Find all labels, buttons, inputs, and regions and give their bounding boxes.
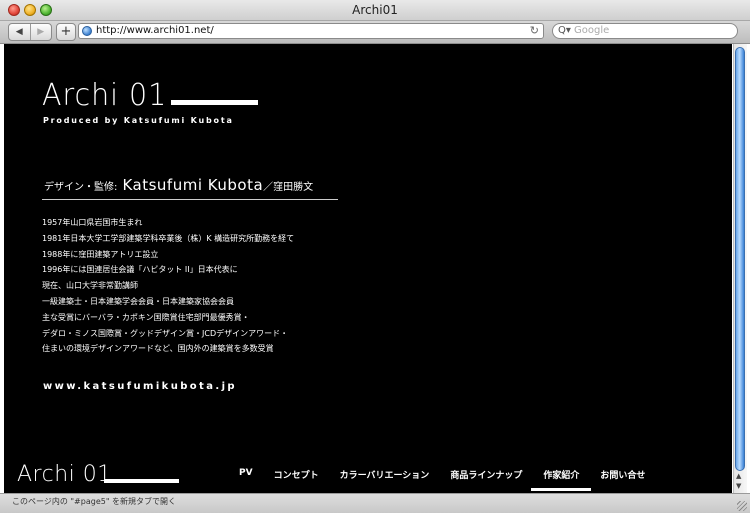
site-logo: Archi 01: [42, 78, 168, 113]
page-content: Archi 01 Produced by Katsufumi Kubota デザ…: [4, 44, 732, 493]
designer-label: デザイン・監修:: [44, 182, 118, 193]
bio-line: 1981年日本大学工学部建築学科卒業後（株）K 構造研究所勤務を経て: [42, 233, 295, 243]
footer-logo-underline: [104, 479, 179, 483]
url-text[interactable]: http://www.archi01.net/: [96, 25, 214, 37]
back-forward-group: ◀ ▶: [8, 23, 52, 41]
resize-grip-icon[interactable]: [737, 501, 747, 511]
search-field[interactable]: Q▾ Google: [552, 23, 738, 39]
biography: 1957年山口県岩国市生まれ 1981年日本大学工学部建築学科卒業後（株）K 構…: [42, 215, 294, 357]
designer-japanese-name: ／窪田勝文: [263, 182, 314, 193]
back-arrow-icon[interactable]: ◀: [9, 24, 30, 40]
designer-heading: デザイン・監修: Katsufumi Kubota／窪田勝文: [44, 175, 338, 194]
reload-icon[interactable]: ↻: [530, 24, 539, 38]
search-icon[interactable]: Q▾: [558, 24, 571, 38]
bio-line: 1957年山口県岩国市生まれ: [42, 218, 143, 227]
website-link[interactable]: www.katsufumikubota.jp: [43, 381, 237, 392]
scroll-down-icon[interactable]: ▼: [736, 482, 741, 490]
bio-line: 現在、山口大学非常勤講師: [42, 281, 138, 291]
produced-by-text: Produced by Katsufumi Kubota: [43, 116, 234, 125]
window-title: Archi01: [352, 3, 398, 17]
bio-line: 1996年には国連居住会議「ハビタット II」日本代表に: [42, 265, 238, 275]
bio-line: 主な受賞にバーバラ・カポキン国際賞住宅部門最優秀賞・: [42, 312, 250, 322]
add-bookmark-button[interactable]: +: [56, 23, 76, 41]
bio-line: デダロ・ミノス国際賞・グッドデザイン賞・JCDデザインアワード・: [42, 328, 289, 338]
scroll-up-icon[interactable]: ▲: [736, 472, 741, 480]
globe-icon: [82, 26, 92, 36]
designer-name: Katsufumi Kubota: [122, 176, 264, 194]
search-placeholder: Google: [574, 25, 610, 36]
address-bar[interactable]: http://www.archi01.net/ ↻: [78, 23, 544, 39]
bio-line: 住まいの環境デザインアワードなど、国内外の建築賞を多数受賞: [42, 344, 274, 354]
status-bar: このページ内の "#page5" を新規タブで開く: [0, 493, 750, 513]
main-nav: PV コンセプト カラーバリエーション 商品ラインナップ 作家紹介 お問い合せ: [239, 468, 666, 491]
divider: [42, 199, 338, 200]
footer-logo[interactable]: Archi 01: [17, 462, 112, 488]
nav-contact[interactable]: お問い合せ: [600, 468, 645, 485]
bio-line: 1988年に窪田建築アトリエ設立: [42, 249, 159, 259]
nav-artist-profile[interactable]: 作家紹介: [531, 468, 592, 491]
scrollbar-thumb[interactable]: [735, 47, 745, 471]
vertical-scrollbar[interactable]: ▲ ▼: [733, 44, 747, 493]
nav-concept[interactable]: コンセプト: [274, 468, 319, 485]
browser-toolbar: ◀ ▶ + http://www.archi01.net/ ↻ Q▾ Googl…: [0, 21, 750, 44]
logo-underline: [171, 100, 258, 105]
nav-product-lineup[interactable]: 商品ラインナップ: [450, 468, 522, 485]
forward-arrow-icon[interactable]: ▶: [29, 24, 52, 40]
bio-line: 一級建築士・日本建築学会会員・日本建築家協会会員: [42, 296, 234, 306]
status-text: このページ内の "#page5" を新規タブで開く: [12, 497, 177, 506]
nav-color-variation[interactable]: カラーバリエーション: [340, 468, 430, 485]
nav-pv[interactable]: PV: [239, 468, 253, 485]
window-titlebar: Archi01: [0, 0, 750, 21]
